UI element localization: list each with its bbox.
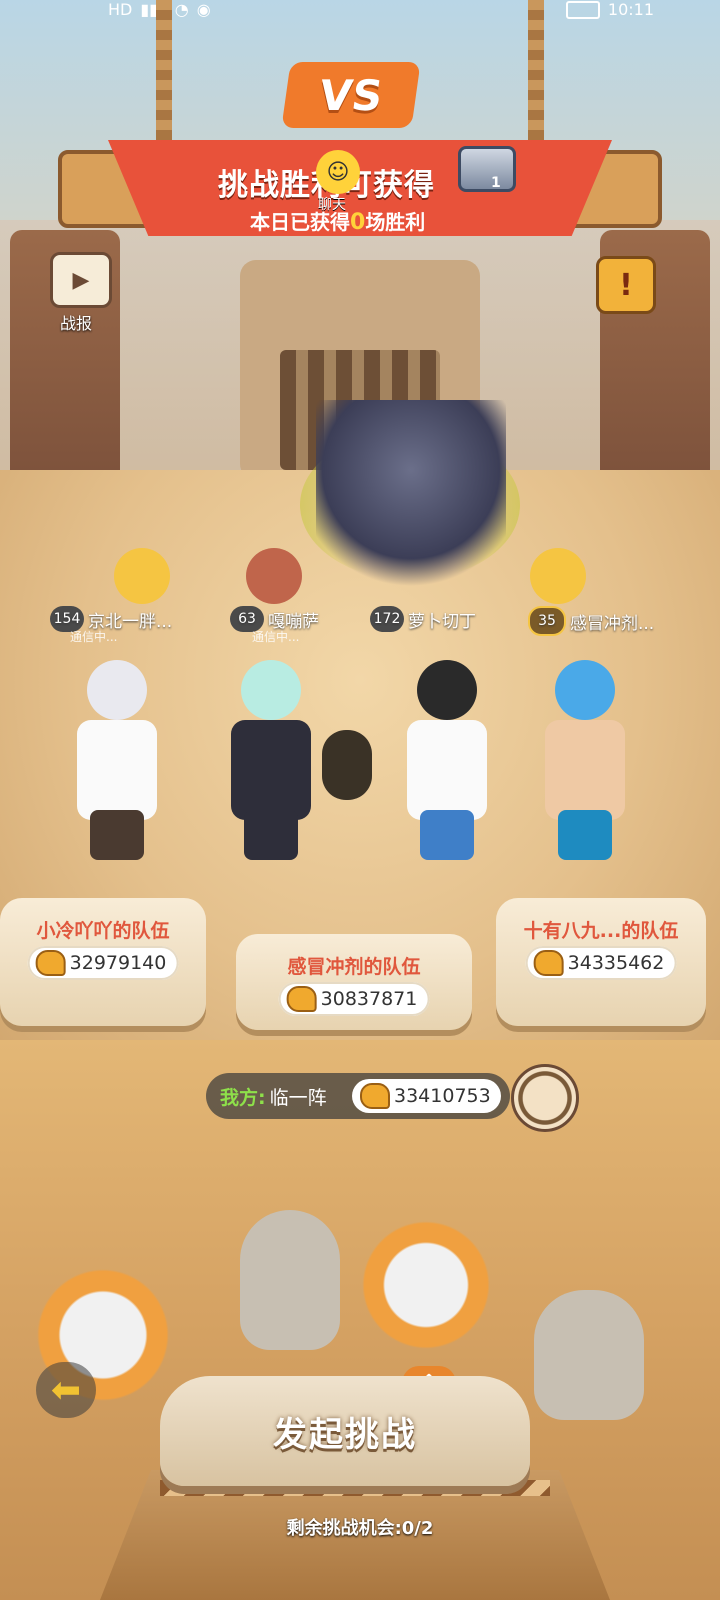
team-name: 十有八九...的队伍 bbox=[523, 920, 679, 942]
power-icon bbox=[360, 1083, 390, 1109]
hero-head bbox=[555, 660, 615, 720]
hero-head bbox=[87, 660, 147, 720]
player-avatar[interactable] bbox=[511, 1064, 579, 1132]
team-name: 感冒冲剂的队伍 bbox=[287, 956, 421, 978]
info-button[interactable]: ! bbox=[596, 256, 656, 314]
opponent-label-4: 35 感冒冲剂... bbox=[528, 606, 654, 636]
daily-wins-count: 0 bbox=[350, 210, 366, 235]
remaining-challenges: 剩余挑战机会:0/2 bbox=[286, 1518, 434, 1539]
opponent-name: 萝卜切丁 bbox=[408, 611, 476, 632]
hero-legs bbox=[90, 810, 144, 860]
chat-label: 聊天 bbox=[318, 197, 346, 213]
team-card-3[interactable]: 十有八九...的队伍 34335462 bbox=[496, 898, 706, 1026]
chest-count: 1 bbox=[491, 175, 501, 191]
exclamation-icon: ! bbox=[619, 267, 633, 303]
dragon-pet bbox=[316, 400, 506, 600]
hero-head bbox=[241, 660, 301, 720]
team-power: 34335462 bbox=[525, 946, 677, 980]
wifi-icon: ◔ bbox=[174, 0, 189, 19]
our-hero-4 bbox=[534, 1290, 644, 1420]
boar-pet bbox=[246, 548, 302, 604]
hero-body bbox=[77, 720, 157, 820]
battle-report-label: 战报 bbox=[60, 314, 93, 333]
our-hero-2 bbox=[240, 1210, 340, 1350]
clock: 10:11 bbox=[607, 0, 654, 19]
hero-body bbox=[407, 720, 487, 820]
opponent-name: 感冒冲剂... bbox=[570, 613, 655, 634]
chat-app-icon: ◉ bbox=[196, 0, 211, 19]
opponent-label-3: 172 萝卜切丁 bbox=[370, 606, 476, 632]
vs-logo: VS bbox=[281, 62, 421, 128]
power-icon bbox=[533, 950, 564, 976]
daily-wins-suffix: 场胜利 bbox=[365, 210, 426, 234]
back-button[interactable]: ⬅ bbox=[36, 1362, 96, 1418]
reward-chest-icon[interactable] bbox=[458, 146, 516, 192]
hero-legs bbox=[420, 810, 474, 860]
team-card-2[interactable]: 感冒冲剂的队伍 30837871 bbox=[236, 934, 472, 1030]
team-card-1[interactable]: 小冷吖吖的队伍 32979140 bbox=[0, 898, 206, 1026]
battle-report-button[interactable]: ▶ bbox=[50, 252, 112, 308]
fire-pet bbox=[322, 730, 372, 800]
team-power-value: 30837871 bbox=[320, 988, 418, 1010]
cat-pet bbox=[530, 548, 586, 604]
my-team-power: 33410753 bbox=[352, 1079, 501, 1113]
hd-badge: HD bbox=[108, 0, 133, 19]
hero-body bbox=[231, 720, 311, 820]
team-power: 32979140 bbox=[27, 946, 179, 980]
hero-head bbox=[417, 660, 477, 720]
our-hero-3 bbox=[356, 1210, 496, 1360]
team-name: 小冷吖吖的队伍 bbox=[36, 920, 170, 942]
opponent-hero-2[interactable] bbox=[216, 660, 326, 860]
right-rope bbox=[528, 0, 544, 150]
power-icon bbox=[286, 986, 317, 1012]
opponent-hero-1[interactable] bbox=[62, 660, 172, 860]
arrow-left-icon: ⬅ bbox=[50, 1369, 82, 1411]
my-team-power-value: 33410753 bbox=[394, 1085, 491, 1107]
opponent-hero-4[interactable] bbox=[530, 660, 640, 860]
left-rope bbox=[156, 0, 172, 150]
power-icon bbox=[35, 950, 66, 976]
team-power-value: 32979140 bbox=[69, 952, 167, 974]
status-bar: HD ▮▮▮ ◔ ◉ 10:11 bbox=[0, 0, 720, 22]
level-badge: 172 bbox=[370, 606, 404, 632]
chat-button[interactable]: ☺ bbox=[316, 150, 360, 194]
level-badge: 35 bbox=[528, 606, 566, 636]
my-team-bar: 我方: 临一阵 33410753 bbox=[206, 1073, 510, 1119]
play-icon: ▶ bbox=[72, 267, 90, 293]
team-power-value: 34335462 bbox=[567, 952, 665, 974]
opponent-hero-3[interactable] bbox=[392, 660, 502, 860]
start-challenge-button[interactable]: 发起挑战 bbox=[160, 1376, 530, 1486]
team-power: 30837871 bbox=[278, 982, 430, 1016]
hero-legs bbox=[244, 810, 298, 860]
opponent-status: 通信中... bbox=[70, 630, 118, 644]
my-team-label: 我方: bbox=[220, 1086, 266, 1109]
opponent-status: 通信中... bbox=[252, 630, 300, 644]
hero-body bbox=[545, 720, 625, 820]
hero-legs bbox=[558, 810, 612, 860]
cat-pet bbox=[114, 548, 170, 604]
battery-icon bbox=[565, 0, 600, 19]
my-team-name: 临一阵 bbox=[269, 1086, 327, 1109]
